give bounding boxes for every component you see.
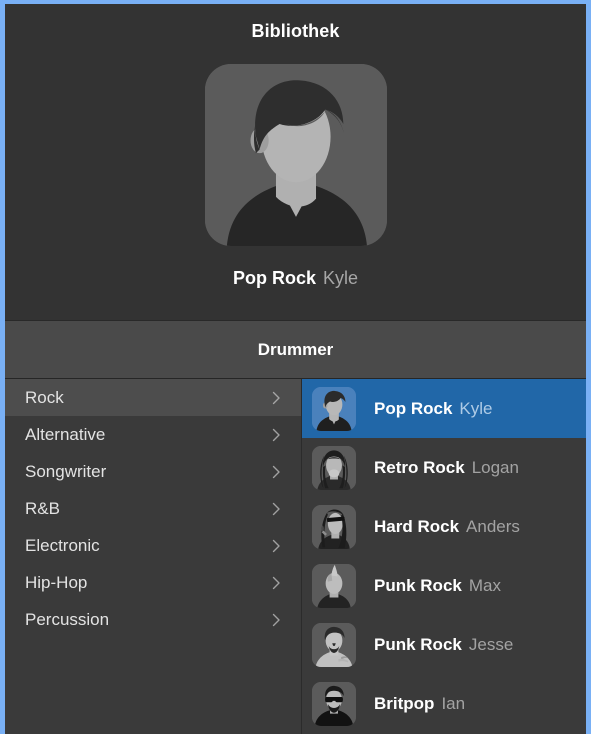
chevron-right-icon[interactable] <box>268 390 284 406</box>
chevron-right-icon[interactable] <box>268 575 284 591</box>
category-row[interactable]: Alternative <box>5 416 301 453</box>
person-silhouette-avatar-icon <box>204 64 387 246</box>
patch-style: Punk Rock <box>374 634 462 654</box>
patch-browser: Rock Alternative Songwriter R&B Electronic Hi… <box>5 379 586 734</box>
patch-style: Retro Rock <box>374 457 465 477</box>
avatar-ian-icon <box>312 681 356 726</box>
avatar-jesse-icon <box>312 622 356 667</box>
category-row[interactable]: R&B <box>5 490 301 527</box>
patch-row[interactable]: Punk Rock Max <box>302 556 586 615</box>
category-column[interactable]: Rock Alternative Songwriter R&B Electronic Hi… <box>5 379 302 734</box>
library-window: Bibliothek Pop Rock Kyle Drummer Rock Al… <box>0 0 591 734</box>
category-label: Alternative <box>25 424 106 444</box>
chevron-right-icon[interactable] <box>268 538 284 554</box>
patch-label: Britpop Ian <box>374 694 465 714</box>
patch-player: Max <box>468 575 501 595</box>
page-title: Bibliothek <box>251 20 340 41</box>
category-label: R&B <box>25 498 60 518</box>
category-row[interactable]: Rock <box>5 379 301 416</box>
category-label: Percussion <box>25 609 110 629</box>
preview-panel: Pop Rock Kyle <box>5 58 586 320</box>
preview-caption: Pop Rock Kyle <box>233 268 358 288</box>
patch-label: Retro Rock Logan <box>374 458 519 478</box>
patch-player: Ian <box>441 693 466 713</box>
patch-row[interactable]: Punk Rock Jesse <box>302 615 586 674</box>
category-label: Songwriter <box>25 461 107 481</box>
category-row[interactable]: Percussion <box>5 601 301 638</box>
patch-row[interactable]: Retro Rock Logan <box>302 438 586 497</box>
category-row[interactable]: Hip-Hop <box>5 564 301 601</box>
patch-row[interactable]: Pop Rock Kyle <box>302 379 586 438</box>
chevron-right-icon[interactable] <box>268 464 284 480</box>
patch-row[interactable]: Hard Rock Anders <box>302 497 586 556</box>
category-row[interactable]: Songwriter <box>5 453 301 490</box>
patch-style: Punk Rock <box>374 575 462 595</box>
avatar-logan-icon <box>312 445 356 490</box>
patch-style: Hard Rock <box>374 516 460 536</box>
category-row[interactable]: Electronic <box>5 527 301 564</box>
patch-label: Hard Rock Anders <box>374 517 520 537</box>
patch-player: Logan <box>471 457 519 477</box>
patch-style: Britpop <box>374 693 435 713</box>
chevron-right-icon[interactable] <box>268 501 284 517</box>
patch-column[interactable]: Pop Rock Kyle Retro Rock Logan Hard Rock Ande… <box>302 379 586 734</box>
chevron-right-icon[interactable] <box>268 612 284 628</box>
library-header: Bibliothek <box>5 4 586 58</box>
preview-player: Kyle <box>323 268 359 288</box>
category-label: Hip-Hop <box>25 572 88 592</box>
patch-label: Punk Rock Jesse <box>374 635 513 655</box>
patch-style: Pop Rock <box>374 398 453 418</box>
avatar-anders-icon <box>312 504 356 549</box>
chevron-right-icon[interactable] <box>268 427 284 443</box>
preview-artwork <box>204 64 387 246</box>
patch-label: Punk Rock Max <box>374 576 501 596</box>
patch-row[interactable]: Britpop Ian <box>302 674 586 733</box>
category-label: Electronic <box>25 535 100 555</box>
patch-label: Pop Rock Kyle <box>374 399 492 419</box>
preview-style: Pop Rock <box>232 268 316 288</box>
patch-player: Kyle <box>459 398 493 418</box>
avatar-max-icon <box>312 563 356 608</box>
instrument-header: Drummer <box>5 321 586 379</box>
category-label: Rock <box>25 387 64 407</box>
instrument-title: Drummer <box>257 339 334 359</box>
patch-player: Jesse <box>468 634 514 654</box>
avatar-kyle-icon <box>312 386 356 431</box>
patch-player: Anders <box>466 516 520 536</box>
